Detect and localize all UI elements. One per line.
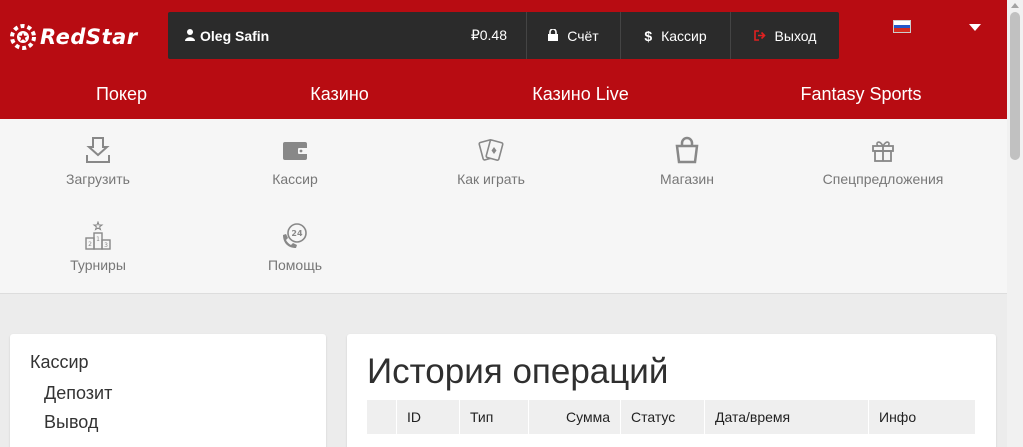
- sign-out-icon: [753, 28, 766, 44]
- russian-flag-icon[interactable]: [893, 20, 911, 33]
- col-amount[interactable]: Сумма: [528, 400, 620, 434]
- menu-promotions-label: Спецпредложения: [822, 171, 944, 187]
- playing-cards-icon: [478, 139, 504, 161]
- wallet-icon: [283, 142, 308, 160]
- menu-help-label: Помощь: [267, 257, 323, 273]
- menu-cashier[interactable]: Кассир: [195, 135, 395, 187]
- menu-download[interactable]: Загрузить: [0, 135, 198, 187]
- logo-text: RedStar: [40, 25, 138, 49]
- menu-shop[interactable]: Магазин: [587, 135, 787, 187]
- exit-button[interactable]: Выход: [731, 12, 839, 59]
- language-dropdown-caret-icon[interactable]: [969, 24, 981, 31]
- username-wrap: Oleg Safin: [185, 28, 269, 44]
- menu-how-to-play[interactable]: Как играть: [391, 135, 591, 187]
- user-bar: Oleg Safin ₽0.48 Счёт $ Кассир Выход: [168, 12, 839, 59]
- top-header: RedStar Oleg Safin ₽0.48 Счёт $ Кассир В…: [0, 0, 1007, 70]
- svg-text:3: 3: [104, 242, 108, 249]
- col-info[interactable]: Инфо: [868, 400, 975, 434]
- podium-icon: 1 2 3: [85, 221, 111, 250]
- page-scrollbar[interactable]: [1007, 0, 1023, 447]
- account-button[interactable]: Счёт: [527, 12, 621, 59]
- col-type[interactable]: Тип: [459, 400, 528, 434]
- col-datetime[interactable]: Дата/время: [704, 400, 868, 434]
- col-id[interactable]: ID: [396, 400, 459, 434]
- menu-promotions[interactable]: Спецпредложения: [783, 135, 983, 187]
- sidebar-link-deposit[interactable]: Депозит: [30, 383, 306, 404]
- menu-download-label: Загрузить: [66, 171, 130, 187]
- dollar-icon: $: [644, 27, 653, 44]
- scroll-up-arrow-icon[interactable]: [1011, 3, 1019, 8]
- nav-casino[interactable]: Казино: [243, 70, 436, 119]
- transaction-history-panel: История операций ID Тип Сумма Статус Дат…: [347, 334, 996, 447]
- balance: ₽0.48: [470, 27, 507, 43]
- exit-label: Выход: [774, 27, 817, 44]
- scrollbar-thumb[interactable]: [1010, 12, 1020, 160]
- svg-text:24: 24: [291, 229, 303, 238]
- menu-help[interactable]: 24 Помощь: [195, 221, 395, 273]
- menu-tournaments[interactable]: 1 2 3 Турниры: [0, 221, 198, 273]
- download-icon: [86, 137, 110, 163]
- menu-tournaments-label: Турниры: [70, 257, 126, 273]
- menu-shop-label: Магазин: [659, 171, 714, 187]
- user-segment[interactable]: Oleg Safin ₽0.48: [168, 12, 527, 59]
- col-status[interactable]: Статус: [620, 400, 704, 434]
- menu-cashier-label: Кассир: [272, 171, 318, 187]
- nav-fantasy-sports[interactable]: Fantasy Sports: [725, 70, 997, 119]
- support-24-icon: 24: [283, 223, 307, 248]
- user-icon: [185, 28, 195, 44]
- sidebar-heading: Кассир: [30, 352, 89, 372]
- main-nav: Покер Казино Казино Live Fantasy Sports: [0, 70, 1007, 119]
- nav-poker[interactable]: Покер: [0, 70, 243, 119]
- svg-text:2: 2: [88, 241, 92, 248]
- svg-text:1: 1: [96, 236, 100, 243]
- page-title: История операций: [367, 352, 669, 391]
- cashier-sidebar: Кассир Депозит Вывод: [10, 334, 326, 447]
- nav-casino-live[interactable]: Казино Live: [436, 70, 725, 119]
- lock-icon: [548, 27, 559, 44]
- logo-chip-icon: [10, 24, 36, 50]
- redstar-logo[interactable]: RedStar: [10, 24, 138, 50]
- history-table-header: ID Тип Сумма Статус Дата/время Инфо: [367, 400, 975, 434]
- username: Oleg Safin: [200, 27, 270, 44]
- cashier-button[interactable]: $ Кассир: [621, 12, 731, 59]
- shopping-bag-icon: [675, 136, 699, 164]
- account-label: Счёт: [567, 27, 599, 44]
- menu-how-to-play-label: Как играть: [457, 171, 525, 187]
- cashier-label: Кассир: [661, 27, 707, 44]
- icon-menu: Загрузить Кассир Как играть Магазин Спец…: [0, 119, 1007, 294]
- sidebar-link-withdraw[interactable]: Вывод: [30, 412, 306, 433]
- gift-icon: [872, 141, 894, 162]
- col-empty: [367, 400, 396, 434]
